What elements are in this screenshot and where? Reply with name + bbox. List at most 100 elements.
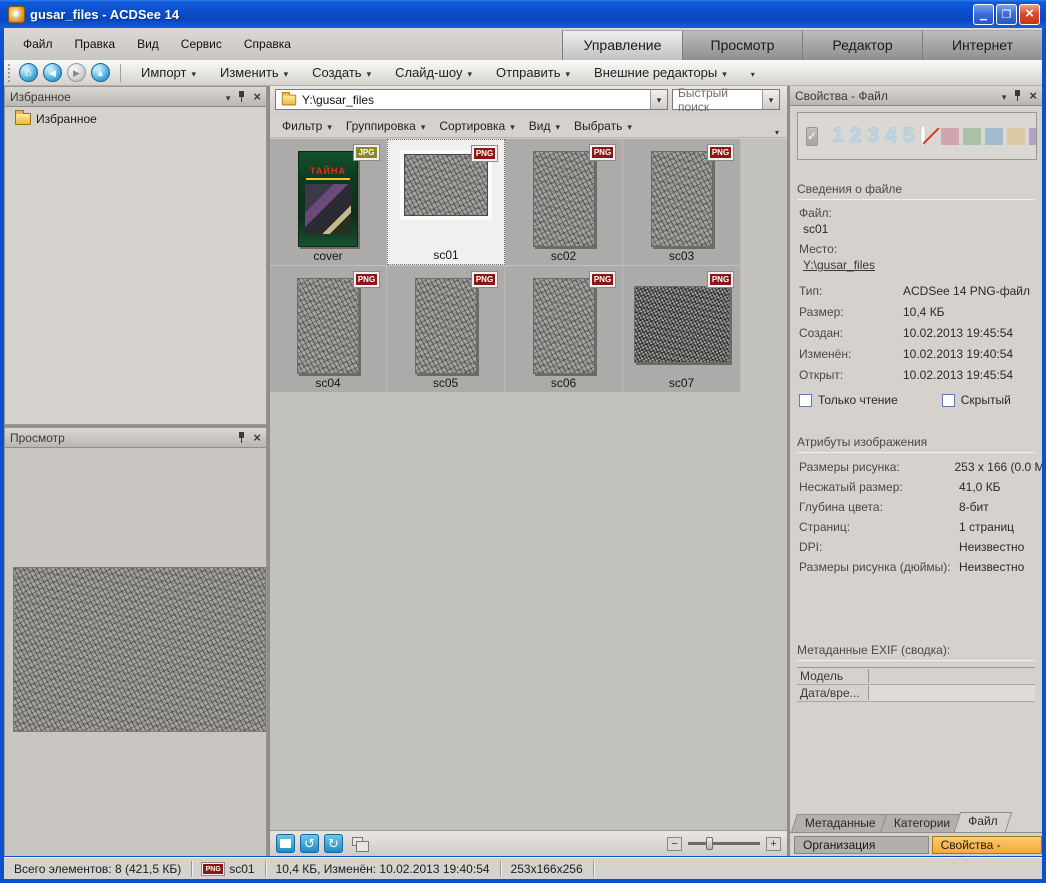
zoom-slider-thumb[interactable] bbox=[706, 837, 713, 850]
readonly-checkbox[interactable] bbox=[799, 394, 812, 407]
exif-model-row[interactable]: Модель bbox=[797, 668, 1035, 685]
send-button[interactable]: Отправить bbox=[484, 62, 582, 83]
thumbnail-sc01[interactable]: PNG sc01 bbox=[387, 139, 505, 265]
filter-overflow-icon[interactable] bbox=[775, 122, 779, 140]
thumbnail-image bbox=[297, 278, 359, 374]
pin-icon[interactable] bbox=[1013, 90, 1022, 101]
path-combo[interactable]: Y:\gusar_files bbox=[275, 89, 668, 110]
favorites-panel: Избранное Избранное bbox=[4, 86, 267, 425]
pin-icon[interactable] bbox=[237, 432, 246, 443]
readonly-checkbox-item[interactable]: Только чтение bbox=[799, 393, 898, 407]
home-button[interactable] bbox=[19, 63, 38, 82]
panel-menu-icon[interactable] bbox=[226, 88, 231, 106]
exif-datetime-row[interactable]: Дата/вре... bbox=[797, 685, 1035, 702]
close-panel-icon[interactable] bbox=[253, 88, 261, 106]
slideshow-button[interactable]: Слайд-шоу bbox=[383, 62, 484, 83]
mode-tab-strip: Управление Просмотр Редактор Интернет bbox=[562, 30, 1042, 60]
thumbnail-sc07[interactable]: PNG sc07 bbox=[623, 266, 741, 392]
thumbnail-sc04[interactable]: PNG sc04 bbox=[270, 266, 387, 392]
zoom-out-button[interactable]: − bbox=[667, 837, 682, 851]
app-window: gusar_files - ACDSee 14 Файл Правка Вид … bbox=[0, 0, 1046, 883]
menu-file[interactable]: Файл bbox=[14, 33, 62, 55]
toolbar-overflow-button[interactable] bbox=[739, 62, 767, 83]
properties-panel-header[interactable]: Свойства - Файл bbox=[790, 86, 1042, 106]
sorting-button[interactable]: Сортировка bbox=[435, 116, 522, 136]
color-label-yellow[interactable] bbox=[1007, 128, 1025, 145]
chevron-down-icon bbox=[421, 119, 426, 133]
mode-tab-view[interactable]: Просмотр bbox=[682, 30, 802, 60]
tag-checkbox[interactable] bbox=[806, 127, 818, 146]
color-label-red[interactable] bbox=[941, 128, 959, 145]
minimize-button[interactable] bbox=[973, 4, 994, 25]
modify-button[interactable]: Изменить bbox=[208, 62, 300, 83]
thumbnail-cover[interactable]: JPG ТАЙНА cover bbox=[270, 139, 387, 265]
view-button[interactable]: Вид bbox=[525, 116, 568, 136]
hidden-checkbox[interactable] bbox=[942, 394, 955, 407]
close-button[interactable] bbox=[1019, 4, 1040, 25]
close-panel-icon[interactable] bbox=[253, 429, 261, 447]
path-dropdown-button[interactable] bbox=[650, 90, 667, 109]
properties-file-button[interactable]: Свойства - Файл bbox=[932, 836, 1042, 854]
cover-title-text: ТАЙНА bbox=[310, 166, 346, 176]
thumbnail-sc02[interactable]: PNG sc02 bbox=[505, 139, 623, 265]
color-label-green[interactable] bbox=[963, 128, 981, 145]
maximize-button[interactable] bbox=[996, 4, 1017, 25]
file-label: Файл: bbox=[799, 206, 1042, 220]
hidden-checkbox-item[interactable]: Скрытый bbox=[942, 393, 1011, 407]
favorites-panel-header[interactable]: Избранное bbox=[5, 87, 266, 107]
pin-icon[interactable] bbox=[237, 91, 246, 102]
close-panel-icon[interactable] bbox=[1029, 87, 1037, 105]
preview-panel-header[interactable]: Просмотр bbox=[5, 428, 266, 448]
favorites-tree-item[interactable]: Избранное bbox=[5, 107, 266, 126]
menu-view[interactable]: Вид bbox=[128, 33, 168, 55]
clear-rating-icon[interactable] bbox=[921, 126, 926, 146]
zoom-in-button[interactable]: + bbox=[766, 837, 781, 851]
rotate-right-button[interactable] bbox=[324, 834, 343, 853]
thumbnail-sc03[interactable]: PNG sc03 bbox=[623, 139, 741, 265]
tab-file[interactable]: Файл bbox=[954, 812, 1012, 832]
menu-help[interactable]: Справка bbox=[235, 33, 300, 55]
grouping-button[interactable]: Группировка bbox=[342, 116, 434, 136]
import-button[interactable]: Импорт bbox=[129, 62, 208, 83]
up-button[interactable] bbox=[91, 63, 110, 82]
preview-image[interactable] bbox=[13, 567, 266, 732]
mode-tab-manage[interactable]: Управление bbox=[562, 30, 682, 60]
tab-metadata[interactable]: Метаданные bbox=[791, 814, 890, 832]
forward-button[interactable] bbox=[67, 63, 86, 82]
filter-button[interactable]: Фильтр bbox=[278, 116, 340, 136]
color-label-blue[interactable] bbox=[985, 128, 1003, 145]
organize-data-button[interactable]: Организация данных bbox=[794, 836, 929, 854]
image-basket-button[interactable] bbox=[276, 834, 295, 853]
place-link[interactable]: Y:\gusar_files bbox=[803, 258, 1042, 272]
thumbnail-image bbox=[533, 278, 595, 374]
home-icon bbox=[25, 68, 32, 78]
search-dropdown-button[interactable] bbox=[762, 90, 779, 109]
menu-tools[interactable]: Сервис bbox=[172, 33, 231, 55]
compare-button[interactable] bbox=[348, 834, 367, 853]
mode-tab-editor[interactable]: Редактор bbox=[802, 30, 922, 60]
create-button[interactable]: Создать bbox=[300, 62, 383, 83]
select-button[interactable]: Выбрать bbox=[570, 116, 640, 136]
toolbar-grip[interactable] bbox=[6, 64, 14, 82]
chevron-down-icon bbox=[751, 65, 755, 80]
chevron-down-icon bbox=[327, 119, 332, 133]
rating-5[interactable]: 5 bbox=[903, 124, 915, 148]
quick-search-box[interactable]: Быстрый поиск bbox=[672, 89, 780, 110]
rating-4[interactable]: 4 bbox=[885, 124, 897, 148]
zoom-slider[interactable] bbox=[688, 842, 760, 845]
external-editors-button[interactable]: Внешние редакторы bbox=[582, 62, 739, 83]
rating-1[interactable]: 1 bbox=[832, 124, 844, 148]
menu-edit[interactable]: Правка bbox=[66, 33, 125, 55]
back-button[interactable] bbox=[43, 63, 62, 82]
panel-menu-icon[interactable] bbox=[1002, 87, 1007, 105]
rotate-left-button[interactable] bbox=[300, 834, 319, 853]
thumbnail-sc06[interactable]: PNG sc06 bbox=[505, 266, 623, 392]
rating-3[interactable]: 3 bbox=[867, 124, 879, 148]
thumbnail-sc05[interactable]: PNG sc05 bbox=[387, 266, 505, 392]
mode-tab-internet[interactable]: Интернет bbox=[922, 30, 1042, 60]
color-label-purple[interactable] bbox=[1029, 128, 1036, 145]
title-bar[interactable]: gusar_files - ACDSee 14 bbox=[0, 0, 1046, 28]
tab-categories[interactable]: Категории bbox=[880, 814, 964, 832]
window-title: gusar_files - ACDSee 14 bbox=[30, 7, 973, 22]
rating-2[interactable]: 2 bbox=[850, 124, 862, 148]
